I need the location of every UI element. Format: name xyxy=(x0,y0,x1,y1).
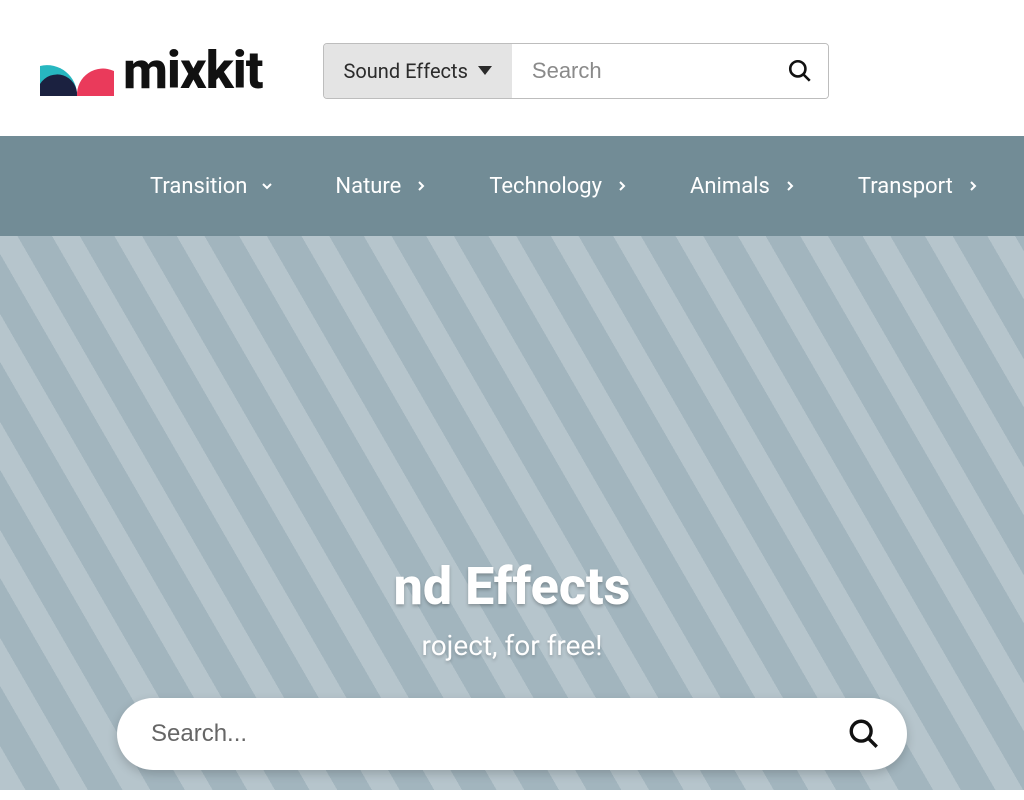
chevron-down-icon xyxy=(478,66,492,75)
hero-search-input[interactable] xyxy=(151,720,847,748)
header-search-input[interactable] xyxy=(512,44,772,98)
nav-item-animals[interactable]: Animals xyxy=(690,174,798,199)
chevron-right-icon xyxy=(413,178,429,194)
nav-item-label: Transition xyxy=(150,174,247,199)
chevron-right-icon xyxy=(782,178,798,194)
chevron-right-icon xyxy=(614,178,630,194)
nav-item-transport[interactable]: Transport xyxy=(858,174,981,199)
chevron-down-icon xyxy=(259,178,275,194)
top-search: Sound Effects xyxy=(323,43,829,99)
category-select[interactable]: Sound Effects xyxy=(324,44,512,98)
hero: nd Effects roject, for free! xyxy=(0,236,1024,790)
nav-item-transition[interactable]: Transition Blow Glitch Slide Stomp Swish… xyxy=(150,174,275,199)
hero-search xyxy=(117,698,907,770)
nav-item-label: Nature xyxy=(335,174,401,199)
nav-item-label: Transport xyxy=(858,174,953,199)
logo[interactable]: mixkit xyxy=(40,40,263,101)
chevron-right-icon xyxy=(965,178,981,194)
nav-item-label: Animals xyxy=(690,174,770,199)
header-search-button[interactable] xyxy=(772,44,828,98)
nav-item-technology[interactable]: Technology xyxy=(489,174,630,199)
nav-item-label: Technology xyxy=(489,174,602,199)
category-nav: Transition Blow Glitch Slide Stomp Swish… xyxy=(0,136,1024,236)
hero-title: nd Effects xyxy=(0,556,1024,617)
category-select-label: Sound Effects xyxy=(344,59,468,83)
logo-text: mixkit xyxy=(123,40,263,101)
logo-mark-icon xyxy=(40,46,115,96)
nav-item-nature[interactable]: Nature xyxy=(335,174,429,199)
hero-subtitle: roject, for free! xyxy=(0,629,1024,662)
hero-search-button[interactable] xyxy=(847,717,881,751)
